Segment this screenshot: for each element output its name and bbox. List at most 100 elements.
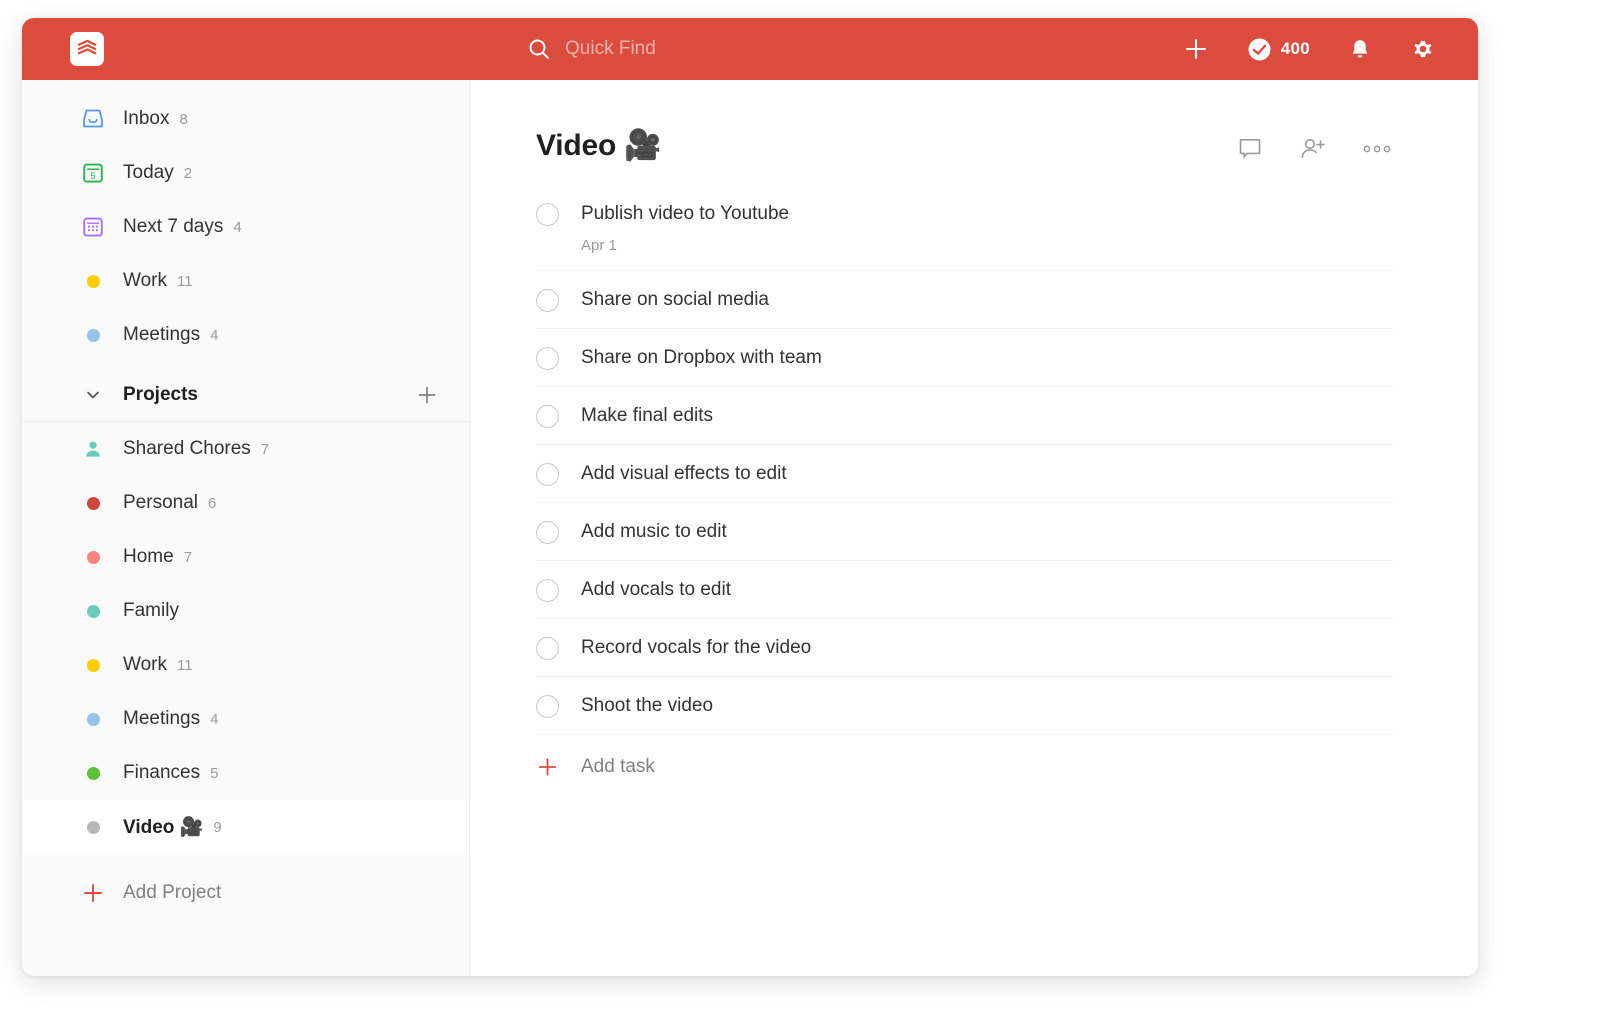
quick-find-search[interactable] <box>527 18 895 80</box>
task-row[interactable]: Make final edits <box>536 387 1393 445</box>
sidebar-item-meetings-project[interactable]: Meetings 4 <box>22 692 469 746</box>
sidebar-item-count: 4 <box>233 219 241 236</box>
app-body: Inbox 8 5 Today 2 <box>22 80 1478 976</box>
projects-title: Projects <box>123 384 415 406</box>
task-checkbox[interactable] <box>536 521 559 544</box>
task-title: Add visual effects to edit <box>581 462 1393 486</box>
sidebar-item-count: 8 <box>179 111 187 128</box>
project-header: Video 🎥 <box>536 128 1393 163</box>
sidebar-item-family[interactable]: Family <box>22 584 469 638</box>
plus-icon <box>1183 36 1209 62</box>
task-checkbox[interactable] <box>536 289 559 312</box>
sidebar-item-meetings[interactable]: Meetings 4 <box>22 308 469 362</box>
sidebar-item-count: 7 <box>184 549 192 566</box>
plus-icon <box>80 881 106 905</box>
dot-icon <box>80 490 106 516</box>
add-project-label: Add Project <box>123 882 221 904</box>
calendar-today-icon: 5 <box>80 160 106 186</box>
task-checkbox[interactable] <box>536 579 559 602</box>
sidebar-item-today[interactable]: 5 Today 2 <box>22 146 469 200</box>
task-title: Make final edits <box>581 404 1393 428</box>
todoist-logo[interactable] <box>70 32 104 66</box>
dot-icon <box>80 814 106 840</box>
chevron-down-icon[interactable] <box>80 386 106 404</box>
task-row[interactable]: Share on Dropbox with team <box>536 329 1393 387</box>
task-row[interactable]: Publish video to Youtube Apr 1 <box>536 185 1393 271</box>
add-task-button[interactable]: Add task <box>536 735 1393 779</box>
sidebar-item-label: Home <box>123 546 174 568</box>
sidebar-item-label: Video 🎥 <box>123 815 203 839</box>
sidebar-item-shared-chores[interactable]: Shared Chores 7 <box>22 422 469 476</box>
comments-icon[interactable] <box>1237 136 1263 162</box>
sidebar-item-count: 5 <box>210 765 218 782</box>
task-title: Shoot the video <box>581 694 1393 718</box>
sidebar-item-count: 6 <box>208 495 216 512</box>
sidebar-item-count: 4 <box>210 711 218 728</box>
person-icon <box>80 436 106 462</box>
task-row[interactable]: Add vocals to edit <box>536 561 1393 619</box>
sidebar-item-finances[interactable]: Finances 5 <box>22 746 469 800</box>
search-input[interactable] <box>565 38 895 60</box>
sidebar-item-label: Today <box>123 162 174 184</box>
sidebar-item-label: Meetings <box>123 708 200 730</box>
sidebar-item-label: Personal <box>123 492 198 514</box>
task-checkbox[interactable] <box>536 347 559 370</box>
sidebar-item-label: Work <box>123 270 167 292</box>
task-checkbox[interactable] <box>536 637 559 660</box>
more-options-icon[interactable] <box>1363 143 1393 155</box>
check-circle-icon <box>1247 37 1272 62</box>
sidebar: Inbox 8 5 Today 2 <box>22 80 470 976</box>
page-title: Video 🎥 <box>536 128 1237 163</box>
sidebar-item-work-project[interactable]: Work 11 <box>22 638 469 692</box>
add-person-icon[interactable] <box>1299 136 1327 162</box>
task-row[interactable]: Share on social media <box>536 271 1393 329</box>
task-row[interactable]: Record vocals for the video <box>536 619 1393 677</box>
task-row[interactable]: Add visual effects to edit <box>536 445 1393 503</box>
task-checkbox[interactable] <box>536 463 559 486</box>
sidebar-item-count: 2 <box>184 165 192 182</box>
sidebar-item-label: Work <box>123 654 167 676</box>
sidebar-item-work[interactable]: Work 11 <box>22 254 469 308</box>
add-project-icon[interactable] <box>415 383 439 407</box>
dot-icon <box>80 544 106 570</box>
add-project-button[interactable]: Add Project <box>22 866 469 920</box>
task-checkbox[interactable] <box>536 203 559 226</box>
sidebar-item-count: 7 <box>261 441 269 458</box>
project-actions <box>1237 128 1393 162</box>
topbar-actions: 400 <box>1177 18 1442 80</box>
main-content: Video 🎥 <box>470 80 1478 976</box>
sidebar-item-count: 4 <box>210 327 218 344</box>
add-task-button[interactable] <box>1177 32 1215 66</box>
task-checkbox[interactable] <box>536 695 559 718</box>
sidebar-item-count: 9 <box>213 819 221 836</box>
task-title: Add vocals to edit <box>581 578 1393 602</box>
add-task-label: Add task <box>581 756 655 778</box>
inbox-icon <box>80 106 106 132</box>
dot-icon <box>80 322 106 348</box>
sidebar-item-personal[interactable]: Personal 6 <box>22 476 469 530</box>
task-title: Add music to edit <box>581 520 1393 544</box>
task-row[interactable]: Shoot the video <box>536 677 1393 735</box>
svg-text:5: 5 <box>90 171 95 182</box>
settings-button[interactable] <box>1404 32 1442 66</box>
sidebar-item-next-7-days[interactable]: Next 7 days 4 <box>22 200 469 254</box>
dot-icon <box>80 268 106 294</box>
dot-icon <box>80 760 106 786</box>
sidebar-item-home[interactable]: Home 7 <box>22 530 469 584</box>
projects-section-header: Projects <box>22 368 469 422</box>
sidebar-item-video[interactable]: Video 🎥 9 <box>22 800 469 854</box>
bell-icon <box>1348 37 1372 61</box>
search-icon <box>527 37 551 61</box>
notifications-button[interactable] <box>1342 33 1378 65</box>
task-checkbox[interactable] <box>536 405 559 428</box>
dot-icon <box>80 652 106 678</box>
task-row[interactable]: Add music to edit <box>536 503 1393 561</box>
sidebar-item-inbox[interactable]: Inbox 8 <box>22 92 469 146</box>
karma-button[interactable]: 400 <box>1241 33 1316 66</box>
dot-icon <box>80 706 106 732</box>
task-title: Share on Dropbox with team <box>581 346 1393 370</box>
karma-count: 400 <box>1281 39 1310 59</box>
task-title: Record vocals for the video <box>581 636 1393 660</box>
task-due-date: Apr 1 <box>581 237 1393 254</box>
dot-icon <box>80 598 106 624</box>
